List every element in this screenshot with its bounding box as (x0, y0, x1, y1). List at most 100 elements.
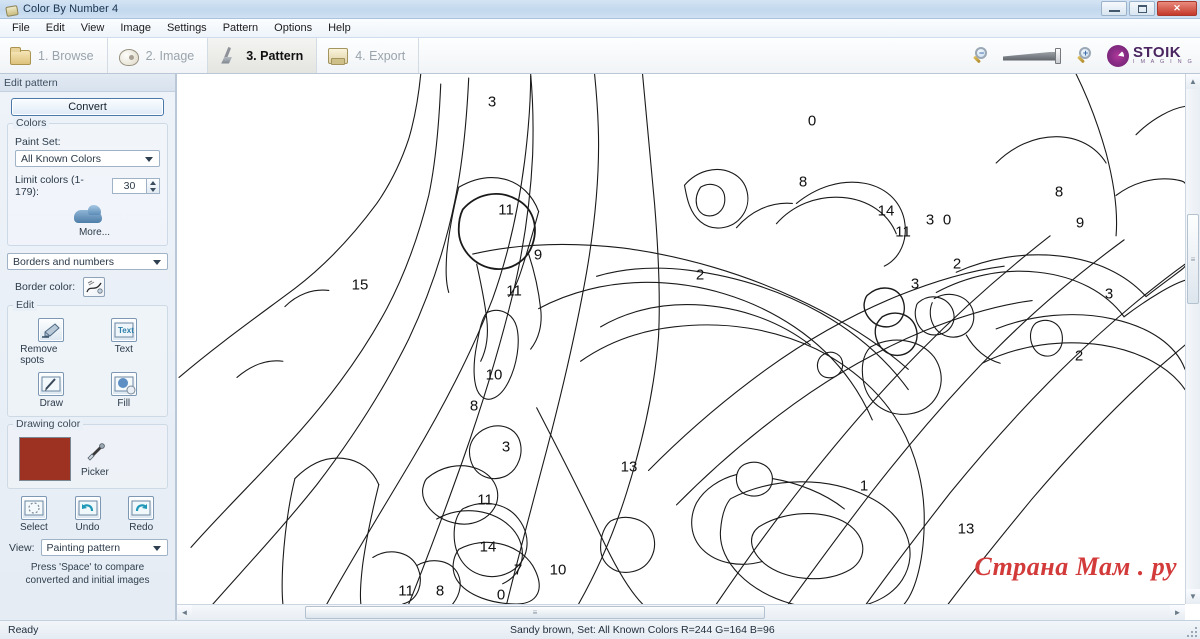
region-number: 7 (513, 561, 523, 579)
tab-browse[interactable]: 1. Browse (0, 38, 108, 73)
vertical-scroll-thumb[interactable]: ≡ (1187, 214, 1199, 304)
select-action[interactable]: Select (7, 496, 61, 533)
more-colors-control[interactable]: More... (15, 204, 160, 238)
chevron-down-icon (153, 545, 161, 551)
zoom-in-magnifier-icon[interactable]: + (1074, 45, 1096, 67)
scroll-down-button[interactable]: ▼ (1186, 589, 1200, 604)
chevron-down-icon (153, 259, 161, 265)
menu-view[interactable]: View (73, 20, 113, 36)
text-tool[interactable]: Text Text (93, 318, 155, 366)
menu-edit[interactable]: Edit (38, 20, 73, 36)
scroll-up-button[interactable]: ▲ (1186, 74, 1200, 89)
menu-help[interactable]: Help (320, 20, 359, 36)
region-number: 13 (957, 520, 975, 538)
step-tab-bar: 1. Browse 2. Image 3. Pattern 4. Export … (0, 38, 1200, 74)
pattern-canvas[interactable]: 3 0 8 8 14 11 3 0 9 11 9 2 2 15 3 3 11 2 10 8 3 13 1 11 13 14 7 10 1… (177, 74, 1185, 604)
stoik-logo: STOIK I M A G I N G (1107, 44, 1194, 67)
region-number: 2 (695, 266, 705, 284)
menu-bar: File Edit View Image Settings Pattern Op… (0, 19, 1200, 38)
title-bar: Color By Number 4 ✕ (0, 0, 1200, 19)
menu-pattern[interactable]: Pattern (215, 20, 266, 36)
view-row: View: Painting pattern (9, 539, 168, 556)
brush-icon (217, 46, 239, 66)
region-number: 1 (859, 477, 869, 495)
region-number: 15 (351, 276, 369, 294)
canvas-vertical-scrollbar[interactable]: ▲ ≡ ▼ (1185, 74, 1200, 604)
application-window: Color By Number 4 ✕ File Edit View Image… (0, 0, 1200, 639)
view-label: View: (9, 541, 35, 554)
draw-tool-icon (38, 372, 65, 396)
canvas-horizontal-scrollbar[interactable]: ◄ ≡ ► (177, 604, 1185, 620)
paint-set-label: Paint Set: (15, 136, 61, 148)
status-ready-text: Ready (8, 624, 39, 636)
colors-group-legend: Colors (13, 117, 50, 129)
drawing-color-group: Drawing color Picker (7, 418, 168, 489)
menu-image[interactable]: Image (112, 20, 159, 36)
menu-options[interactable]: Options (266, 20, 320, 36)
region-number: 11 (477, 491, 493, 509)
stepper-down-button[interactable] (147, 186, 159, 193)
stoik-logo-text: STOIK (1133, 44, 1182, 62)
svg-text:Text: Text (118, 326, 134, 335)
pattern-canvas-area[interactable]: 3 0 8 8 14 11 3 0 9 11 9 2 2 15 3 3 11 2 10 8 3 13 1 11 13 14 7 10 1… (176, 74, 1200, 620)
limit-colors-stepper[interactable]: 30 (112, 178, 160, 194)
tab-image-label: 2. Image (145, 48, 195, 63)
close-button[interactable]: ✕ (1157, 1, 1197, 16)
draw-tool[interactable]: Draw (20, 372, 82, 409)
view-select-value: Painting pattern (46, 541, 121, 554)
region-number: 2 (1074, 347, 1084, 365)
region-number: 3 (1104, 285, 1114, 303)
redo-label: Redo (129, 522, 154, 533)
menu-file[interactable]: File (4, 20, 38, 36)
drawing-color-swatch[interactable] (19, 437, 71, 481)
zoom-out-magnifier-icon[interactable]: − (970, 45, 992, 67)
tab-pattern[interactable]: 3. Pattern (208, 38, 318, 73)
region-number: 3 (925, 211, 935, 229)
edit-tools-group: Edit Remove spots Text Text Draw Fill (7, 299, 168, 417)
region-number: 10 (485, 366, 503, 384)
text-tool-icon: Text (110, 318, 137, 342)
tab-image[interactable]: 2. Image (108, 38, 209, 73)
fill-tool-label: Fill (117, 398, 131, 409)
limit-colors-input[interactable]: 30 (112, 178, 146, 194)
convert-button[interactable]: Convert (11, 98, 164, 116)
menu-settings[interactable]: Settings (159, 20, 215, 36)
toolbar-right: − + STOIK I M A G I N G (970, 38, 1194, 73)
section-select-wrap: Borders and numbers (7, 253, 168, 270)
region-number: 10 (549, 561, 567, 579)
horizontal-scroll-thumb[interactable]: ≡ (305, 606, 765, 619)
scroll-right-button[interactable]: ► (1170, 605, 1185, 620)
remove-spots-icon (38, 318, 65, 342)
limit-colors-row: Limit colors (1-179): 30 (15, 174, 160, 198)
fill-tool[interactable]: Fill (93, 372, 155, 409)
region-number: 11 (895, 223, 911, 241)
tab-browse-label: 1. Browse (38, 48, 94, 63)
remove-spots-tool[interactable]: Remove spots (20, 318, 82, 366)
paint-set-select[interactable]: All Known Colors (15, 150, 160, 167)
zoom-slider[interactable] (1003, 46, 1063, 66)
maximize-button[interactable] (1129, 1, 1155, 16)
picker-tool[interactable]: Picker (81, 441, 109, 478)
border-color-label: Border color: (15, 281, 76, 293)
undo-action[interactable]: Undo (61, 496, 115, 533)
app-icon (5, 3, 18, 16)
view-select[interactable]: Painting pattern (40, 539, 168, 556)
undo-label: Undo (75, 522, 100, 533)
edit-pattern-sidebar: Edit pattern Convert Colors Paint Set: A… (0, 74, 176, 620)
tab-export[interactable]: 4. Export (317, 38, 420, 73)
pattern-outline-drawing (178, 74, 1185, 604)
region-number: 3 (501, 438, 511, 456)
zoom-slider-thumb[interactable] (1055, 47, 1061, 64)
scroll-left-button[interactable]: ◄ (177, 605, 192, 620)
region-number: 0 (496, 586, 506, 604)
tab-export-label: 4. Export (355, 48, 406, 63)
text-tool-label: Text (114, 344, 133, 355)
redo-action[interactable]: Redo (114, 496, 168, 533)
more-label: More... (78, 227, 111, 238)
border-color-button[interactable] (83, 277, 106, 297)
stepper-up-button[interactable] (147, 179, 159, 186)
section-select[interactable]: Borders and numbers (7, 253, 168, 270)
resize-grip-icon[interactable] (1186, 626, 1198, 638)
region-number: 13 (620, 458, 638, 476)
minimize-button[interactable] (1101, 1, 1127, 16)
